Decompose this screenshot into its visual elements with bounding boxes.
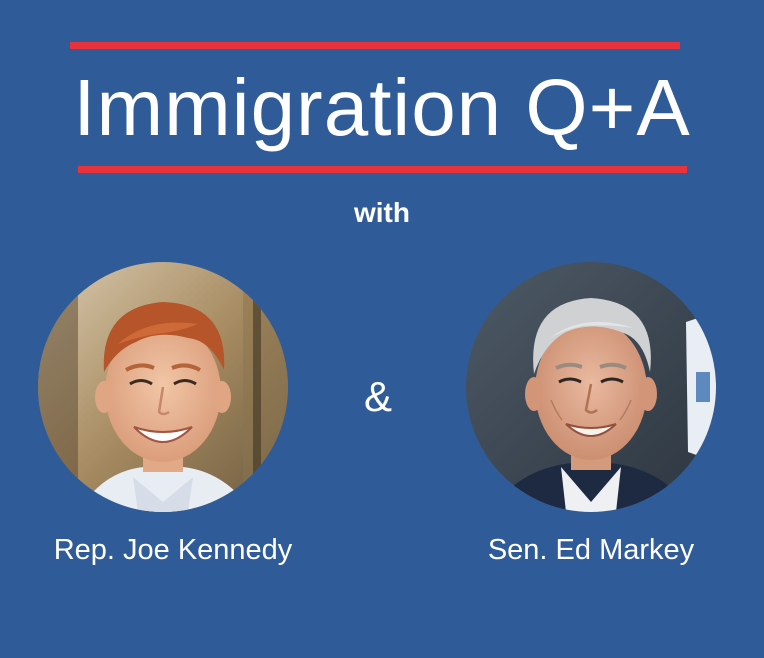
speaker-portrait-kennedy	[38, 262, 288, 512]
markey-photo-illustration	[466, 262, 716, 512]
bottom-red-rule	[78, 166, 687, 173]
kennedy-photo-illustration	[38, 262, 288, 512]
event-graphic: Immigration Q+A with & Rep. Joe Kennedy …	[0, 0, 764, 658]
speaker-name-kennedy: Rep. Joe Kennedy	[53, 534, 293, 566]
speaker-name-markey: Sen. Ed Markey	[487, 534, 695, 566]
event-title: Immigration Q+A	[73, 63, 691, 152]
speaker-portrait-markey	[466, 262, 716, 512]
ampersand: &	[363, 373, 392, 420]
top-red-rule	[70, 42, 680, 49]
with-label: with	[354, 197, 410, 228]
